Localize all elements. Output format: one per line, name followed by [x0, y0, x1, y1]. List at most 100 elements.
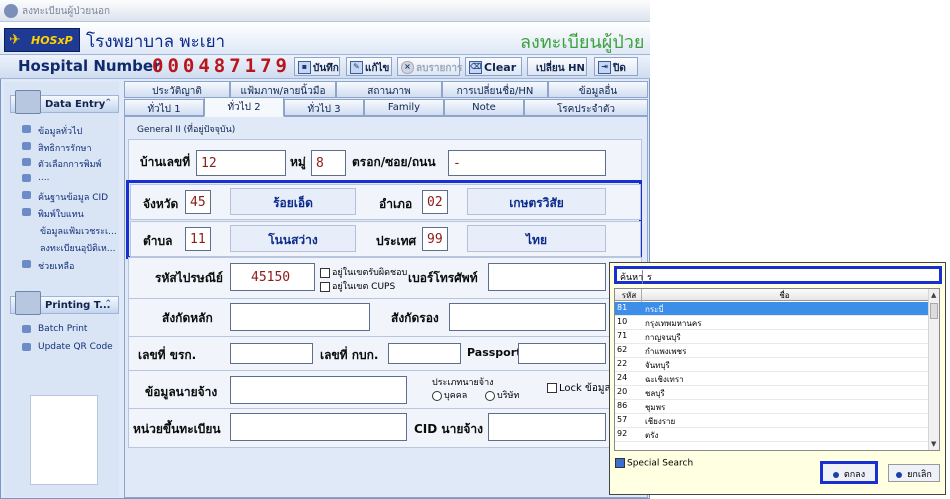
qr-code-icon	[22, 343, 31, 351]
clear-button[interactable]: ⌫ Clear	[465, 57, 522, 76]
name-column-header[interactable]: ชื่อ	[643, 289, 926, 302]
table-row[interactable]: 22 จันทบุรี	[615, 358, 928, 372]
table-row[interactable]: 57 เชียงราย	[615, 414, 928, 428]
civil-no-label: เลขที่ ขรก.	[138, 348, 197, 362]
menu-help[interactable]: ช่วยเหลือ	[22, 259, 74, 273]
tab-note[interactable]: Note	[444, 99, 524, 116]
table-row[interactable]: 92 ตรัง	[615, 428, 928, 442]
tab-other[interactable]: ข้อมูลอื่น	[548, 81, 648, 98]
scroll-thumb[interactable]	[930, 303, 938, 319]
cancel-button[interactable]: ยกเลิก	[888, 464, 940, 482]
tab-general-3[interactable]: ทั่วไป 3	[284, 99, 364, 116]
tambon-code-input[interactable]: 11	[185, 227, 211, 251]
house-no-label: บ้านเลขที่	[140, 155, 191, 169]
hosxp-logo: ✈ HOSxP	[4, 28, 80, 52]
scroll-up-icon[interactable]: ▲	[931, 291, 936, 299]
lock-checkbox[interactable]: Lock ข้อมูลที่	[547, 381, 617, 396]
phone-input[interactable]	[488, 263, 606, 291]
lookup-search-input[interactable]: ค้นหา ร	[614, 266, 942, 284]
province-code-input[interactable]: 45	[185, 190, 211, 214]
amphur-label: อำเภอ	[379, 197, 413, 211]
in-cups-checkbox[interactable]: อยู่ในเขต CUPS	[320, 279, 395, 293]
ok-button[interactable]: ตกลง	[820, 461, 878, 484]
house-no-input[interactable]: 12	[196, 150, 286, 176]
printing-group-header[interactable]: Printing T... ⌃	[10, 291, 119, 315]
table-row[interactable]: 62 กำแพงเพชร	[615, 344, 928, 358]
table-row[interactable]: 71 กาญจนบุรี	[615, 330, 928, 344]
soi-label: ตรอก/ซอย/ถนน	[352, 155, 436, 169]
civil-no-input[interactable]	[230, 343, 313, 364]
table-row[interactable]: 10 กรุงเทพมหานคร	[615, 316, 928, 330]
passport-input[interactable]	[518, 343, 606, 364]
title-bar[interactable]: ลงทะเบียนผู้ป่วยนอก	[0, 0, 650, 22]
edit-button[interactable]: ✎ แก้ไข	[346, 57, 392, 76]
reg-unit-input[interactable]	[230, 413, 407, 441]
menu-print-options[interactable]: ตัวเลือกการพิมพ์	[22, 157, 101, 171]
tab-name-change[interactable]: การเปลี่ยนชื่อ/HN	[442, 81, 548, 98]
menu-print-replacement[interactable]: พิมพ์ใบแทน	[22, 207, 84, 221]
data-entry-group-header[interactable]: Data Entry ⌃	[10, 90, 119, 114]
menu-treatment-rights[interactable]: สิทธิการรักษา	[22, 141, 92, 155]
edit-icon: ✎	[350, 61, 363, 74]
cid-employer-input[interactable]	[488, 413, 606, 441]
moo-input[interactable]: 8	[311, 150, 346, 176]
close-button[interactable]: ⇥ ปิด	[594, 57, 638, 76]
table-row[interactable]: 20 ชลบุรี	[615, 386, 928, 400]
soi-input[interactable]: -	[448, 150, 606, 176]
table-row[interactable]: 24 ฉะเชิงเทรา	[615, 372, 928, 386]
employer-label: ข้อมูลนายจ้าง	[145, 385, 218, 399]
scroll-down-icon[interactable]: ▼	[931, 440, 936, 448]
checkbox-icon	[320, 267, 330, 278]
menu-search-cid[interactable]: ค้นฐานข้อมูล CID	[22, 190, 108, 204]
sub-aff-input[interactable]	[449, 303, 606, 331]
tab-images[interactable]: แฟ้มภาพ/ลายนิ้วมือ	[230, 81, 336, 98]
menu-general-info[interactable]: ข้อมูลทั่วไป	[22, 124, 82, 138]
employer-input[interactable]	[230, 376, 407, 404]
tab-chronic-disease[interactable]: โรคประจำตัว	[524, 99, 648, 116]
lookup-scrollbar[interactable]: ▲ ▼	[928, 289, 939, 450]
user-card-icon	[15, 90, 41, 114]
country-label: ประเทศ	[376, 234, 417, 248]
menu-update-qr[interactable]: Update QR Code	[22, 342, 113, 352]
passport-label: Passport	[467, 346, 522, 359]
province-name: ร้อยเอ็ด	[230, 188, 356, 215]
tambon-name: โนนสว่าง	[230, 225, 356, 252]
delete-button[interactable]: × ลบรายการ	[397, 57, 462, 76]
tab-general-1[interactable]: ทั่วไป 1	[124, 99, 204, 116]
table-row[interactable]: 86 ชุมพร	[615, 400, 928, 414]
menu-medical-records[interactable]: ข้อมูลแฟ้มเวชระเ...	[40, 224, 117, 238]
main-aff-input[interactable]	[230, 303, 370, 331]
tab-status[interactable]: สถานภาพ	[336, 81, 442, 98]
zip-input[interactable]: 45150	[230, 263, 315, 291]
army-no-input[interactable]	[388, 343, 461, 364]
bird-logo-icon: ✈	[9, 32, 21, 48]
save-button[interactable]: ▪ บันทึก	[294, 57, 340, 76]
change-hn-button[interactable]: เปลี่ยน HN	[527, 57, 587, 76]
tab-general-2[interactable]: ทั่วไป 2	[204, 97, 284, 117]
reg-unit-label: หน่วยขึ้นทะเบียน	[133, 422, 221, 436]
table-row[interactable]: 81 กระบี่	[615, 302, 928, 316]
delete-icon: ×	[401, 61, 414, 74]
tab-family[interactable]: Family	[364, 99, 444, 116]
menu-accident-registration[interactable]: ลงทะเบียนอุปัติเห...	[40, 241, 115, 255]
printer-icon	[15, 291, 41, 315]
company-radio[interactable]: บริษัท	[485, 388, 519, 402]
cid-employer-label: CID นายจ้าง	[414, 422, 484, 436]
tab-relatives[interactable]: ประวัติญาติ	[124, 81, 230, 98]
amphur-code-input[interactable]: 02	[422, 190, 448, 214]
print-options-icon	[22, 158, 31, 166]
hospital-name: โรงพยาบาล พะเยา	[86, 32, 226, 52]
zip-label: รหัสไปรษณีย์	[155, 271, 223, 285]
menu-batch-print[interactable]: Batch Print	[22, 324, 87, 334]
radio-icon	[485, 390, 495, 401]
in-area-checkbox[interactable]: อยู่ในเขตรับผิดชอบ	[320, 265, 407, 279]
collapse-icon: ⌃	[104, 299, 112, 309]
special-search-checkbox[interactable]: Special Search	[615, 458, 693, 469]
window-title: ลงทะเบียนผู้ป่วยนอก	[22, 6, 111, 17]
menu-dots[interactable]: ....	[22, 173, 49, 183]
lookup-grid-header: รหัส ชื่อ	[615, 289, 928, 302]
country-code-input[interactable]: 99	[422, 227, 448, 251]
code-column-header[interactable]: รหัส	[617, 289, 642, 302]
amphur-name: เกษตรวิสัย	[467, 188, 606, 215]
person-radio[interactable]: บุคคล	[432, 388, 467, 402]
